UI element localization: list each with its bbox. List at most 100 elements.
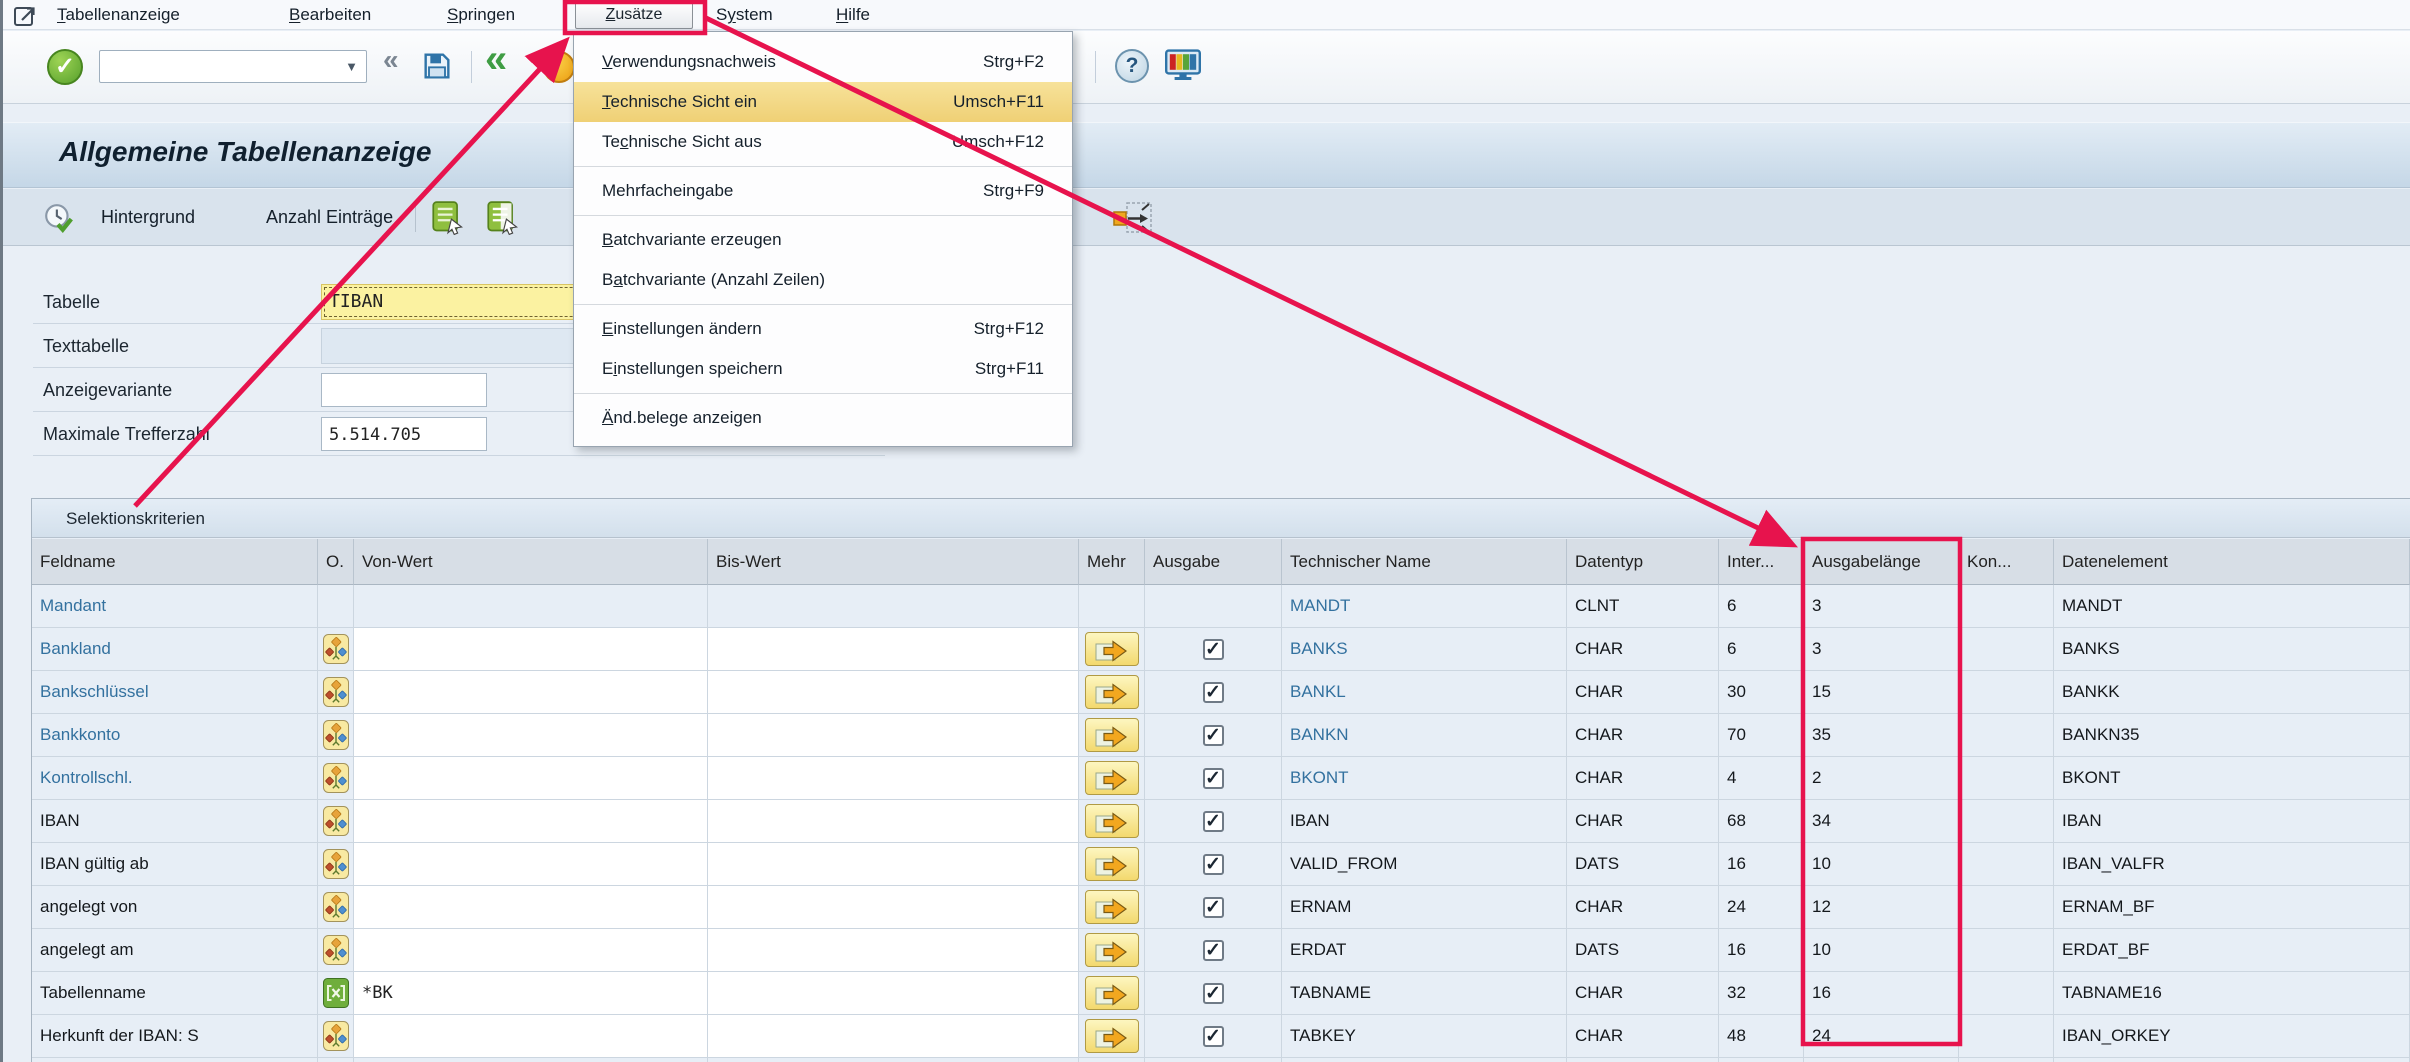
command-input[interactable] [102,53,334,80]
von-wert-input[interactable] [354,628,708,671]
mehr-button[interactable] [1085,890,1139,924]
von-wert-input[interactable] [354,886,708,929]
selection-option-cell[interactable] [318,628,354,671]
bis-wert-input[interactable] [708,1015,1079,1058]
enter-check-icon[interactable]: ✓ [47,49,83,85]
command-field[interactable]: ▼ [99,50,367,83]
ausgabe-cell[interactable]: ✓ [1145,1015,1282,1058]
mehr-button[interactable] [1085,804,1139,838]
bis-wert-input[interactable] [708,671,1079,714]
ausgabe-cell[interactable]: ✓ [1145,628,1282,671]
dropdown-item-verwendungsnachweis[interactable]: VerwendungsnachweisStrg+F2 [574,42,1072,82]
mehr-cell[interactable] [1079,1015,1145,1058]
ausgabe-cell[interactable]: ✓ [1145,929,1282,972]
menu-item-springen[interactable]: Springen [447,0,515,29]
mehr-button[interactable] [1085,976,1139,1010]
mehr-button[interactable] [1085,847,1139,881]
selection-option-cell[interactable] [318,972,354,1015]
mehr-button[interactable] [1085,632,1139,666]
dropdown-item-einstellungen-speichern[interactable]: Einstellungen speichernStrg+F11 [574,349,1072,389]
ausgabe-cell[interactable]: ✓ [1145,972,1282,1015]
feldname-cell[interactable]: Tabellenname [32,972,318,1015]
save-floppy-icon[interactable] [421,50,453,87]
ausgabe-cell[interactable]: ✓ [1145,843,1282,886]
von-wert-input[interactable] [354,800,708,843]
von-wert-input[interactable]: *BK [354,972,708,1015]
ausgabe-cell[interactable]: ✓ [1145,671,1282,714]
expand-arrows-icon[interactable] [1111,200,1155,241]
gui-control-icon[interactable] [13,3,39,34]
menu-item-system[interactable]: System [716,0,773,29]
bis-wert-input[interactable] [708,800,1079,843]
bis-wert-input[interactable] [708,714,1079,757]
mehr-button[interactable] [1085,718,1139,752]
mehr-button[interactable] [1085,675,1139,709]
new-session-monitor-icon[interactable] [1165,49,1201,86]
mehr-cell[interactable] [1079,628,1145,671]
anzahl-eintraege-button[interactable]: Anzahl Einträge [266,189,393,246]
ausgabe-cell[interactable]: ✓ [1145,800,1282,843]
mehr-cell[interactable] [1079,671,1145,714]
dropdown-item-einstellungen-ndern[interactable]: Einstellungen ändernStrg+F12 [574,309,1072,349]
feldname-cell[interactable]: Herkunft der IBAN: S [32,1015,318,1058]
von-wert-input[interactable] [354,1015,708,1058]
maximale-trefferzahl-field[interactable]: 5.514.705 [321,417,487,451]
bis-wert-input[interactable] [708,628,1079,671]
ausgabe-checkbox[interactable]: ✓ [1203,639,1224,660]
feldname-cell[interactable]: Mandant [32,585,318,628]
help-question-icon[interactable]: ? [1115,49,1149,83]
select-all-sheet-icon[interactable] [431,201,465,240]
mehr-cell[interactable] [1079,886,1145,929]
deselect-all-sheet-icon[interactable] [486,201,520,240]
dropdown-item-technische-sicht-aus[interactable]: Technische Sicht ausUmsch+F12 [574,122,1072,162]
feldname-cell[interactable]: Kontrollschl. [32,757,318,800]
von-wert-input[interactable] [354,929,708,972]
ausgabe-cell[interactable]: ✓ [1145,714,1282,757]
dropdown-item--nd-belege-anzeigen[interactable]: Änd.belege anzeigen [574,398,1072,438]
bis-wert-input[interactable] [708,929,1079,972]
selection-option-cell[interactable] [318,671,354,714]
ausgabe-checkbox[interactable]: ✓ [1203,768,1224,789]
command-dropdown-icon[interactable]: ▼ [345,59,358,74]
dropdown-item-technische-sicht-ein[interactable]: Technische Sicht einUmsch+F11 [574,82,1072,122]
ausgabe-checkbox[interactable]: ✓ [1203,811,1224,832]
mehr-button[interactable] [1085,1019,1139,1053]
execute-clock-icon[interactable] [43,202,75,239]
menu-item-bearbeiten[interactable]: Bearbeiten [289,0,371,29]
mehr-cell[interactable] [1079,972,1145,1015]
exit-circle-icon[interactable] [543,51,575,83]
feldname-cell[interactable]: angelegt am [32,929,318,972]
selection-option-cell[interactable] [318,757,354,800]
selection-option-cell[interactable] [318,843,354,886]
feldname-cell[interactable]: Bankschlüssel [32,671,318,714]
selection-option-cell[interactable] [318,800,354,843]
hintergrund-button[interactable]: Hintergrund [101,189,195,246]
feldname-cell[interactable]: IBAN gültig ab [32,843,318,886]
ausgabe-checkbox[interactable]: ✓ [1203,854,1224,875]
mehr-cell[interactable] [1079,714,1145,757]
selection-option-cell[interactable] [318,929,354,972]
feldname-cell[interactable]: Bankkonto [32,714,318,757]
feldname-cell[interactable]: Bankland [32,628,318,671]
menu-item-tabellenanzeige[interactable]: Tabellenanzeige [57,0,180,29]
von-wert-input[interactable] [354,757,708,800]
mehr-cell[interactable] [1079,929,1145,972]
von-wert-input[interactable] [354,671,708,714]
ausgabe-checkbox[interactable]: ✓ [1203,1026,1224,1047]
selection-option-cell[interactable] [318,714,354,757]
ausgabe-checkbox[interactable]: ✓ [1203,897,1224,918]
anzeigevariante-field[interactable] [321,373,487,407]
bis-wert-input[interactable] [708,972,1079,1015]
dropdown-item-mehrfacheingabe[interactable]: MehrfacheingabeStrg+F9 [574,171,1072,211]
mehr-cell[interactable] [1079,757,1145,800]
ausgabe-checkbox[interactable]: ✓ [1203,983,1224,1004]
menu-item-hilfe[interactable]: Hilfe [836,0,870,29]
bis-wert-input[interactable] [708,757,1079,800]
ausgabe-checkbox[interactable]: ✓ [1203,725,1224,746]
mehr-button[interactable] [1085,933,1139,967]
ausgabe-checkbox[interactable]: ✓ [1203,682,1224,703]
bis-wert-input[interactable] [708,843,1079,886]
mehr-cell[interactable] [1079,800,1145,843]
mehr-cell[interactable] [1079,843,1145,886]
menu-item-zus-tze[interactable]: Zusätze [575,1,693,29]
